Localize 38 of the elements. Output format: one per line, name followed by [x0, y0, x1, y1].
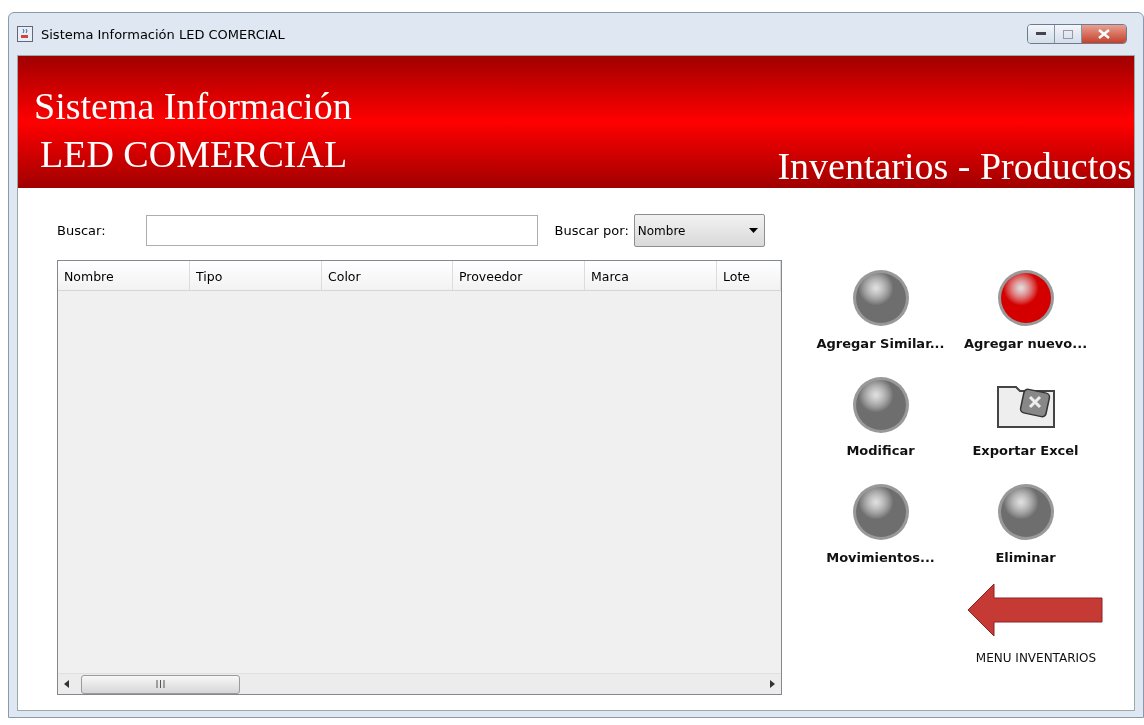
search-by-dropdown[interactable]: Nombre: [633, 214, 765, 247]
scroll-thumb[interactable]: [81, 674, 240, 694]
column-header[interactable]: Nombre: [58, 261, 190, 290]
left-arrow-icon: [968, 583, 1104, 637]
app-title: Sistema Información: [34, 84, 352, 129]
column-header[interactable]: Lote: [717, 261, 781, 290]
caret-icon: [748, 228, 758, 233]
action-button[interactable]: Agregar Similar...: [808, 268, 953, 351]
minimize-button[interactable]: [1028, 25, 1054, 43]
action-button[interactable]: Exportar Excel: [953, 375, 1098, 458]
scroll-left-icon[interactable]: [64, 680, 69, 688]
action-button[interactable]: Movimientos...: [808, 482, 953, 565]
column-header[interactable]: Proveedor: [453, 261, 585, 290]
orb-icon: [995, 482, 1056, 542]
search-by-label: Buscar por:: [554, 223, 629, 238]
minimize-icon: [1036, 32, 1046, 36]
window-title: Sistema Información LED COMERCIAL: [41, 26, 286, 42]
section-title: Inventarios - Productos: [777, 144, 1133, 188]
action-button[interactable]: Agregar nuevo...: [953, 268, 1098, 351]
orb-icon: [850, 482, 911, 542]
column-header[interactable]: Tipo: [190, 261, 322, 290]
horizontal-scrollbar[interactable]: [58, 673, 781, 694]
close-icon: [1098, 29, 1110, 39]
scroll-right-icon[interactable]: [770, 680, 775, 688]
close-button[interactable]: [1081, 25, 1126, 43]
back-button[interactable]: MENU INVENTARIOS: [968, 583, 1104, 665]
orb-icon: [850, 375, 911, 435]
column-header[interactable]: Color: [322, 261, 453, 290]
action-button[interactable]: Eliminar: [953, 482, 1098, 565]
java-cup-icon: [17, 26, 33, 42]
maximize-icon: [1063, 29, 1073, 39]
app-title: LED COMERCIAL: [39, 132, 349, 177]
orb-icon: [995, 268, 1056, 328]
column-header[interactable]: Marca: [585, 261, 717, 290]
search-label: Buscar:: [57, 223, 106, 238]
action-button[interactable]: Modificar: [808, 375, 953, 458]
orb-icon: [850, 268, 911, 328]
search-field[interactable]: [145, 215, 538, 246]
